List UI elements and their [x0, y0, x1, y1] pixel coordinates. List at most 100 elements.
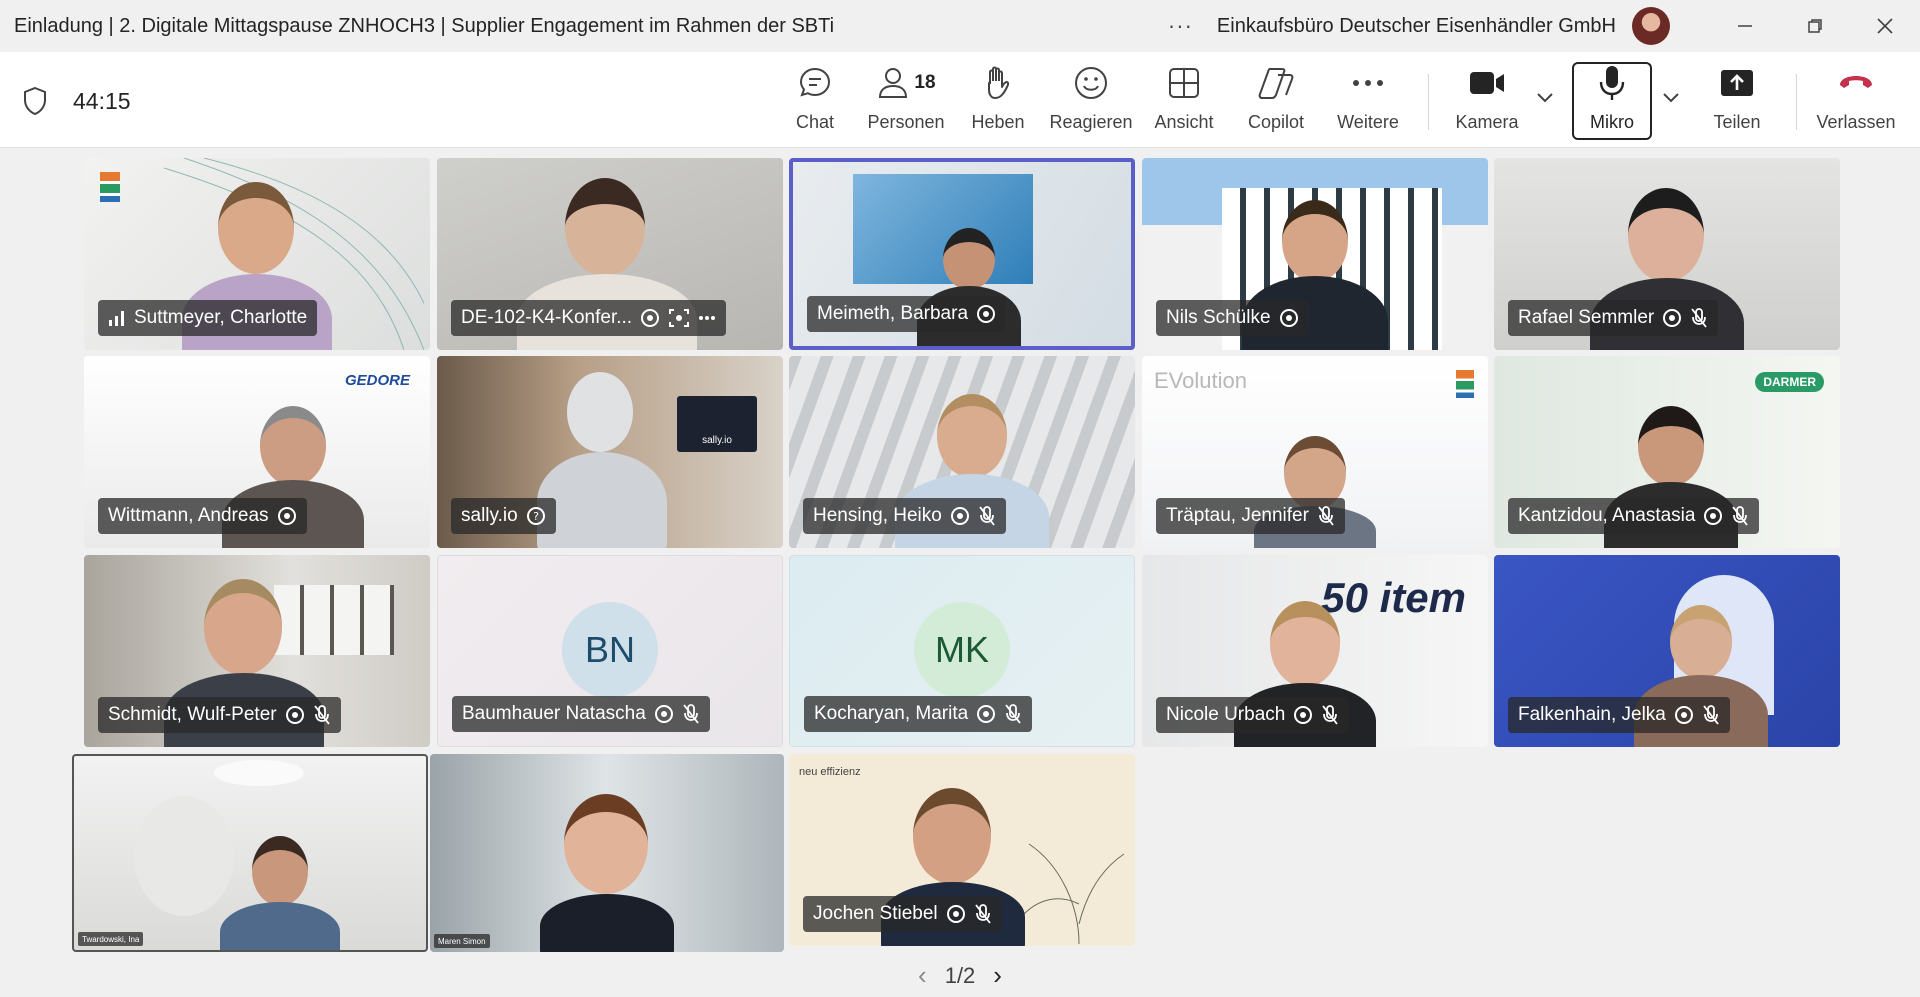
- copilot-button[interactable]: Copilot: [1244, 60, 1308, 140]
- participant-figure: [218, 182, 294, 274]
- unverified-icon: [1662, 308, 1682, 328]
- video-tile[interactable]: neu effizienz Jochen Stiebel: [789, 754, 1135, 946]
- mic-button[interactable]: Mikro: [1582, 60, 1642, 140]
- leave-button[interactable]: Verlassen: [1816, 60, 1896, 140]
- raise-hand-button[interactable]: Heben: [970, 60, 1026, 140]
- company-logo-icon: [1456, 370, 1474, 398]
- wall-arch: [134, 796, 234, 916]
- people-button[interactable]: 18 Personen: [866, 60, 946, 140]
- participant-name-tag: sally.io ?: [451, 498, 556, 534]
- mic-label: Mikro: [1590, 112, 1634, 132]
- grid-view-icon: [1169, 68, 1199, 98]
- ceiling-light: [214, 760, 304, 786]
- video-tile[interactable]: Schmidt, Wulf-Peter: [84, 555, 430, 747]
- participant-figure: [220, 902, 340, 950]
- participant-name: Schmidt, Wulf-Peter: [108, 704, 277, 725]
- participant-name: sally.io: [461, 505, 518, 526]
- participant-name-tag: Baumhauer Natascha: [452, 696, 710, 732]
- hand-icon: [988, 66, 1010, 99]
- participant-figure: [564, 794, 648, 894]
- participant-figure: [1628, 188, 1704, 282]
- video-tile[interactable]: Hensing, Heiko: [789, 356, 1135, 548]
- participant-name: Wittmann, Andreas: [108, 505, 269, 526]
- video-tile[interactable]: BN Baumhauer Natascha: [437, 555, 783, 747]
- participant-figure: [260, 406, 326, 486]
- video-tile[interactable]: 50 item Nicole Urbach: [1142, 555, 1488, 747]
- meeting-title: Einladung | 2. Digitale Mittagspause ZNH…: [14, 14, 835, 37]
- maximize-button[interactable]: [1780, 0, 1850, 52]
- video-tile[interactable]: Rafael Semmler: [1494, 158, 1840, 350]
- participant-name: Meimeth, Barbara: [817, 303, 969, 324]
- people-label: Personen: [867, 112, 945, 132]
- chat-button[interactable]: Chat: [790, 60, 840, 140]
- participant-name-tag: Meimeth, Barbara: [807, 296, 1007, 332]
- participant-figure: [1670, 605, 1732, 679]
- signal-strength-icon: [109, 311, 124, 326]
- react-label: Reagieren: [1049, 112, 1133, 132]
- participant-name-tag: Wittmann, Andreas: [98, 498, 307, 534]
- mic-options-chevron-icon[interactable]: [1662, 88, 1680, 109]
- unverified-icon: [976, 704, 996, 724]
- video-tile[interactable]: sally.io sally.io ?: [437, 356, 783, 548]
- minimize-icon: [1738, 25, 1752, 27]
- video-tile[interactable]: DARMER Kantzidou, Anastasia: [1494, 356, 1840, 548]
- mic-muted-icon: [682, 703, 700, 725]
- user-avatar[interactable]: [1632, 7, 1670, 45]
- more-horizontal-icon: [1353, 80, 1383, 86]
- organization-name[interactable]: Einkaufsbüro Deutscher Eisenhändler GmbH: [1217, 15, 1616, 38]
- more-options-icon[interactable]: [698, 315, 716, 321]
- chat-label: Chat: [795, 112, 835, 132]
- video-tile-active-speaker[interactable]: Meimeth, Barbara: [789, 158, 1135, 350]
- pagination: ‹ 1/2 ›: [0, 960, 1920, 991]
- previous-page-chevron-icon[interactable]: ‹: [918, 960, 927, 991]
- unverified-icon: [946, 904, 966, 924]
- svg-text:?: ?: [533, 510, 539, 523]
- participant-name: Kocharyan, Marita: [814, 703, 969, 724]
- camera-button[interactable]: Kamera: [1455, 60, 1519, 140]
- participant-initials-avatar: BN: [562, 602, 658, 698]
- participant-initials-avatar: MK: [914, 602, 1010, 698]
- video-tile[interactable]: GEDORE Wittmann, Andreas: [84, 356, 430, 548]
- video-tile[interactable]: Twardowski, Ina: [72, 754, 428, 952]
- video-tile[interactable]: Suttmeyer, Charlotte: [84, 158, 430, 350]
- share-button[interactable]: Teilen: [1706, 60, 1768, 140]
- participant-name: Rafael Semmler: [1518, 307, 1655, 328]
- minimize-button[interactable]: [1710, 0, 1780, 52]
- plant-drawing: [1023, 843, 1125, 944]
- meeting-timer: 44:15: [73, 88, 131, 114]
- more-button[interactable]: Weitere: [1336, 60, 1400, 140]
- participant-figure: [937, 394, 1007, 478]
- view-button[interactable]: Ansicht: [1152, 60, 1216, 140]
- video-tile[interactable]: EVolution Träptau, Jennifer: [1142, 356, 1488, 548]
- microphone-icon: [1599, 66, 1625, 100]
- video-tile[interactable]: Nils Schülke: [1142, 158, 1488, 350]
- participant-name-tag: Twardowski, Ina: [78, 932, 144, 946]
- company-logo-icon: [100, 172, 120, 202]
- participant-figure: [252, 836, 308, 906]
- video-tile[interactable]: Maren Simon: [430, 754, 784, 952]
- more-options-icon[interactable]: ···: [1168, 13, 1193, 39]
- next-page-chevron-icon[interactable]: ›: [993, 960, 1002, 991]
- video-tile[interactable]: DE-102-K4-Konfer...: [437, 158, 783, 350]
- window: [274, 585, 394, 655]
- copilot-icon: [1258, 68, 1294, 99]
- close-button[interactable]: [1850, 0, 1920, 52]
- shield-icon[interactable]: [22, 86, 48, 116]
- robot-figure: [567, 372, 633, 452]
- react-button[interactable]: Reagieren: [1049, 60, 1133, 140]
- video-tile[interactable]: MK Kocharyan, Marita: [789, 555, 1135, 747]
- participant-name-tag: Suttmeyer, Charlotte: [98, 300, 318, 336]
- participant-name: Jochen Stiebel: [813, 903, 938, 924]
- mic-muted-icon: [974, 903, 992, 925]
- participant-name-tag: DE-102-K4-Konfer...: [451, 300, 727, 336]
- participant-name-tag: Rafael Semmler: [1508, 300, 1719, 336]
- unverified-icon: [1293, 705, 1313, 725]
- company-logo: DARMER: [1755, 372, 1824, 392]
- camera-options-chevron-icon[interactable]: [1536, 88, 1554, 109]
- close-icon: [1877, 18, 1893, 34]
- participant-name-tag: Hensing, Heiko: [803, 498, 1006, 534]
- mic-muted-icon: [313, 704, 331, 726]
- unknown-caller-icon: ?: [526, 506, 546, 526]
- video-tile[interactable]: Falkenhain, Jelka: [1494, 555, 1840, 747]
- participant-name: Nicole Urbach: [1166, 704, 1286, 725]
